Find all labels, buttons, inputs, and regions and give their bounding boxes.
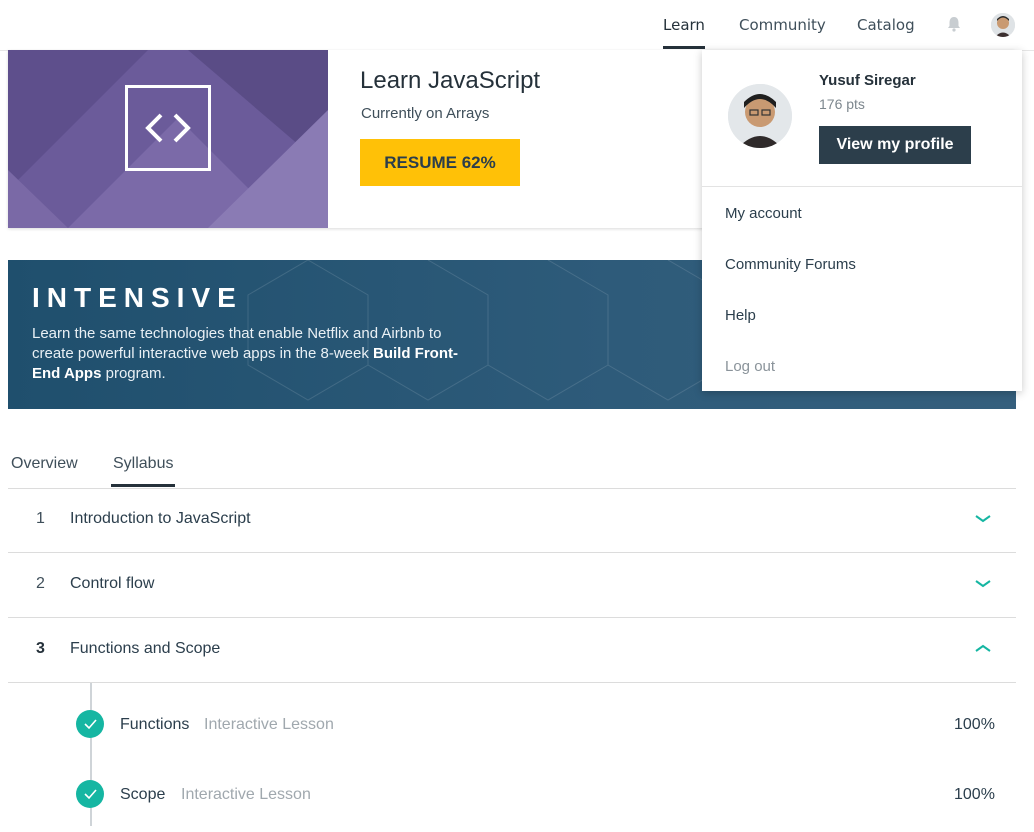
module-number: 1: [36, 510, 45, 527]
banner-title: INTENSIVE: [32, 282, 243, 313]
check-icon: [76, 710, 104, 738]
chevron-down-icon[interactable]: [974, 512, 992, 524]
bell-icon[interactable]: [945, 15, 963, 33]
top-navbar: Learn Community Catalog: [0, 0, 1034, 51]
user-avatar[interactable]: [991, 13, 1015, 37]
menu-item-my-account[interactable]: My account: [725, 205, 802, 222]
tab-syllabus[interactable]: Syllabus: [113, 455, 173, 473]
lesson-progress: 100%: [954, 716, 995, 733]
tab-overview[interactable]: Overview: [11, 455, 78, 473]
lesson-progress: 100%: [954, 786, 995, 803]
module-title: Introduction to JavaScript: [70, 510, 251, 527]
course-hero-image: [8, 50, 328, 228]
profile-avatar: [728, 84, 792, 148]
nav-community[interactable]: Community: [739, 16, 826, 34]
lesson-item[interactable]: Functions Interactive Lesson 100%: [8, 702, 1016, 762]
course-title: Learn JavaScript: [360, 67, 541, 94]
nav-active-indicator: [663, 46, 705, 49]
chevron-up-icon[interactable]: [974, 642, 992, 654]
resume-button[interactable]: RESUME 62%: [360, 139, 520, 186]
lesson-type: Interactive Lesson: [204, 716, 334, 733]
profile-name: Yusuf Siregar: [819, 72, 916, 89]
profile-dropdown: Yusuf Siregar 176 pts View my profile My…: [702, 50, 1022, 391]
menu-item-community-forums[interactable]: Community Forums: [725, 256, 856, 273]
view-profile-button[interactable]: View my profile: [819, 126, 971, 164]
nav-catalog[interactable]: Catalog: [857, 16, 915, 34]
banner-description: Learn the same technologies that enable …: [32, 324, 472, 384]
dropdown-divider: [702, 186, 1022, 187]
module-number: 2: [36, 575, 45, 592]
course-tabs: Overview Syllabus: [8, 452, 1016, 489]
module-number: 3: [36, 640, 45, 657]
code-brackets-icon: [125, 85, 211, 171]
lesson-item[interactable]: Scope Interactive Lesson 100%: [8, 772, 1016, 832]
nav-learn[interactable]: Learn: [663, 16, 705, 34]
lesson-title: Scope: [120, 786, 166, 803]
chevron-down-icon[interactable]: [974, 577, 992, 589]
module-title: Functions and Scope: [70, 640, 221, 657]
syllabus-module[interactable]: 1 Introduction to JavaScript: [8, 488, 1016, 553]
menu-item-help[interactable]: Help: [725, 307, 756, 324]
lesson-title: Functions: [120, 716, 190, 733]
check-icon: [76, 780, 104, 808]
profile-points: 176 pts: [819, 96, 865, 112]
syllabus-module[interactable]: 3 Functions and Scope: [8, 618, 1016, 683]
module-title: Control flow: [70, 575, 155, 592]
course-current-lesson: Currently on Arrays: [361, 105, 490, 122]
tab-active-indicator: [111, 484, 175, 487]
menu-item-log-out[interactable]: Log out: [725, 358, 775, 375]
syllabus-module[interactable]: 2 Control flow: [8, 553, 1016, 618]
lesson-type: Interactive Lesson: [181, 786, 311, 803]
banner-text-end: program.: [101, 365, 166, 382]
